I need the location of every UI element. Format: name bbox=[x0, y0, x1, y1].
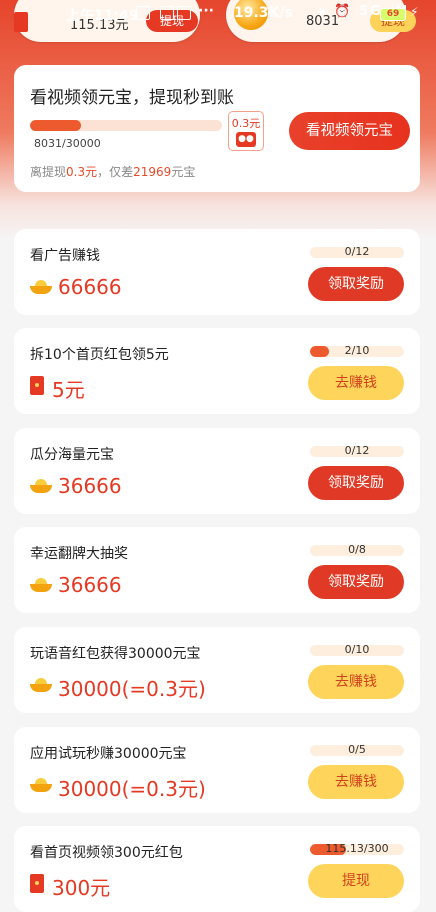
task-card: 看广告赚钱 66666 0/12 领取奖励 bbox=[14, 229, 420, 315]
ingot-icon bbox=[30, 778, 52, 792]
reward-value: 36666 bbox=[58, 474, 122, 498]
withdraw-note: 离提现0.3元，仅差21969元宝 bbox=[30, 163, 195, 180]
task-title: 看广告赚钱 bbox=[30, 248, 100, 264]
note-gap: 21969 bbox=[133, 165, 172, 179]
status-time: 上午11:49 bbox=[66, 8, 139, 24]
claim-reward-button[interactable]: 领取奖励 bbox=[308, 565, 404, 599]
note-suffix: 元宝 bbox=[171, 165, 196, 179]
ingot-icon bbox=[30, 280, 52, 294]
task-progress-text: 0/12 bbox=[344, 245, 370, 258]
video-reward-card: 看视频领元宝，提现秒到账 8031/30000 0.3元 ●● 看视频领元宝 离… bbox=[14, 65, 420, 192]
task-title: 瓜分海量元宝 bbox=[30, 447, 114, 463]
task-card: 拆10个首页红包领5元 5元 2/10 去赚钱 bbox=[14, 328, 420, 414]
notification-icon bbox=[160, 6, 174, 20]
task-title: 拆10个首页红包领5元 bbox=[30, 347, 169, 363]
task-progress-text: 0/5 bbox=[348, 743, 366, 756]
target-value: 0.3元 bbox=[231, 117, 261, 130]
earn-money-button[interactable]: 去赚钱 bbox=[308, 765, 404, 799]
task-title: 应用试玩秒赚30000元宝 bbox=[30, 746, 187, 762]
progress-text: 8031/30000 bbox=[34, 137, 101, 150]
task-title: 幸运翻牌大抽奖 bbox=[30, 546, 128, 562]
earn-money-button[interactable]: 去赚钱 bbox=[308, 366, 404, 400]
task-title: 玩语音红包获得30000元宝 bbox=[30, 646, 201, 662]
task-card: 看首页视频领300元红包 300元 115.13/300 提现 bbox=[14, 826, 420, 912]
notification-icon bbox=[177, 6, 191, 20]
notification-icon bbox=[136, 6, 150, 20]
note-prefix: 离提现 bbox=[30, 165, 67, 179]
reward-value: 30000(=0.3元) bbox=[58, 677, 206, 701]
task-progress-text: 115.13/300 bbox=[325, 842, 389, 855]
status-bar: 上午11:49 ··· 19.3K/s ⚹ ⏰ 5G.ıll 69 ⚡ bbox=[0, 0, 436, 28]
task-progress-text: 0/10 bbox=[344, 643, 370, 656]
battery-icon: 69 bbox=[380, 8, 406, 21]
card-title: 看视频领元宝，提现秒到账 bbox=[30, 88, 234, 108]
task-card: 应用试玩秒赚30000元宝 30000(=0.3元) 0/5 去赚钱 bbox=[14, 727, 420, 813]
reward-value: 66666 bbox=[58, 275, 122, 299]
progress-fill bbox=[30, 120, 82, 131]
task-progress-text: 0/12 bbox=[344, 444, 370, 457]
task-progress-text: 0/8 bbox=[348, 543, 366, 556]
withdraw-button[interactable]: 提现 bbox=[308, 864, 404, 898]
task-progress-text: 2/10 bbox=[344, 344, 370, 357]
claim-reward-button[interactable]: 领取奖励 bbox=[308, 466, 404, 500]
wechat-icon: ●● bbox=[236, 132, 256, 147]
note-amount: 0.3元 bbox=[66, 165, 98, 179]
reward-value: 30000(=0.3元) bbox=[58, 777, 206, 801]
ingot-progress-bar bbox=[30, 120, 222, 131]
task-title: 看首页视频领300元红包 bbox=[30, 845, 183, 861]
task-card: 幸运翻牌大抽奖 36666 0/8 领取奖励 bbox=[14, 527, 420, 613]
ingot-icon bbox=[30, 479, 52, 493]
charging-icon: ⚡ bbox=[410, 5, 419, 19]
withdraw-target: 0.3元 ●● bbox=[228, 111, 264, 151]
more-notifications-icon: ··· bbox=[198, 3, 214, 19]
red-packet-icon bbox=[30, 376, 44, 395]
ingot-icon bbox=[30, 578, 52, 592]
reward-value: 5元 bbox=[52, 378, 85, 402]
note-mid: ，仅差 bbox=[97, 165, 134, 179]
reward-value: 300元 bbox=[52, 876, 111, 900]
task-card: 瓜分海量元宝 36666 0/12 领取奖励 bbox=[14, 428, 420, 514]
task-card: 玩语音红包获得30000元宝 30000(=0.3元) 0/10 去赚钱 bbox=[14, 627, 420, 713]
claim-reward-button[interactable]: 领取奖励 bbox=[308, 267, 404, 301]
watch-video-button[interactable]: 看视频领元宝 bbox=[289, 112, 410, 150]
earn-money-button[interactable]: 去赚钱 bbox=[308, 665, 404, 699]
reward-value: 36666 bbox=[58, 573, 122, 597]
network-speed: 19.3K/s bbox=[234, 5, 293, 21]
ingot-icon bbox=[30, 678, 52, 692]
